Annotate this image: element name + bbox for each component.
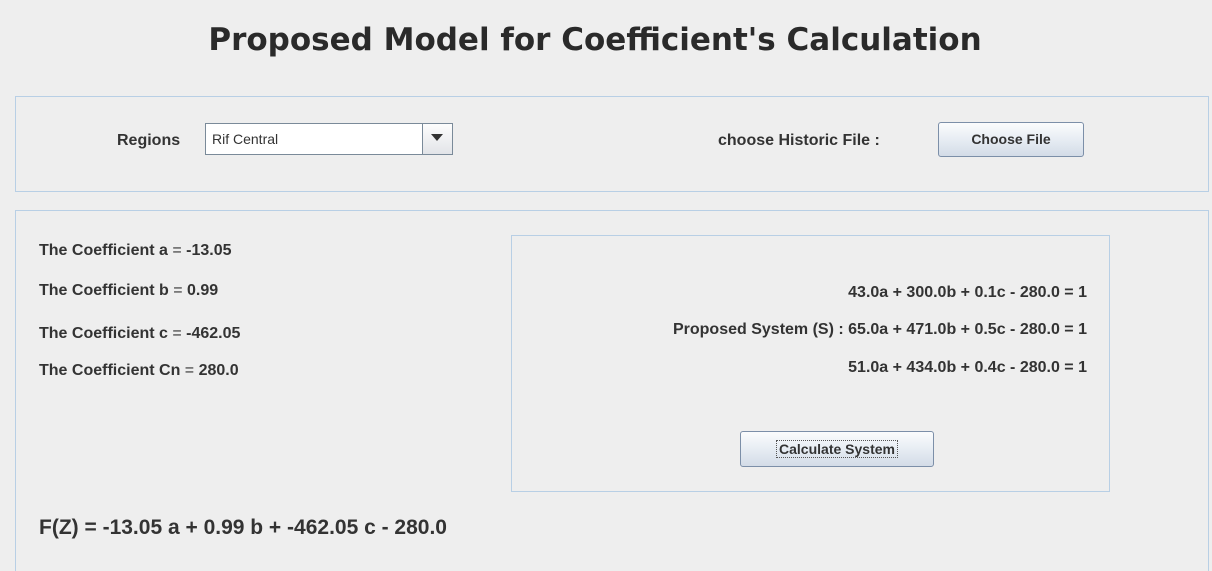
proposed-system-label: Proposed System (S) : [672, 321, 844, 338]
equation-text: 65.0a + 471.0b + 0.5c - 280.0 = 1 [848, 321, 1087, 338]
equation-text: 51.0a + 434.0b + 0.4c - 280.0 = 1 [848, 359, 1087, 376]
system-equation-3: 51.0a + 434.0b + 0.4c - 280.0 = 1 [527, 359, 1087, 377]
coefficient-c: The Coefficient c = -462.05 [39, 325, 240, 343]
coefficient-b: The Coefficient b = 0.99 [39, 282, 218, 300]
system-equation-1: 43.0a + 300.0b + 0.1c - 280.0 = 1 [527, 284, 1087, 302]
coefficient-c-value: -462.05 [186, 325, 241, 342]
equals-sign: = [167, 242, 187, 259]
chevron-down-icon [431, 134, 443, 141]
historic-file-label: choose Historic File : [718, 132, 880, 149]
dropdown-arrow-button[interactable] [422, 124, 452, 154]
calculate-system-button[interactable]: Calculate System [740, 431, 934, 467]
choose-file-button[interactable]: Choose File [938, 122, 1084, 157]
regions-combobox[interactable]: Rif Central [205, 123, 453, 155]
coefficient-a-label: The Coefficient a [39, 242, 168, 259]
regions-selected-value: Rif Central [212, 131, 279, 147]
coefficient-b-value: 0.99 [187, 282, 219, 299]
coefficient-cn-value: 280.0 [198, 362, 239, 379]
equation-text: 43.0a + 300.0b + 0.1c - 280.0 = 1 [848, 284, 1087, 301]
coefficient-cn-label: The Coefficient Cn [39, 362, 181, 379]
coefficient-b-label: The Coefficient b [39, 282, 169, 299]
result-function: F(Z) = -13.05 a + 0.99 b + -462.05 c - 2… [39, 516, 447, 539]
page-title: Proposed Model for Coefficient's Calcula… [208, 22, 982, 58]
equals-sign: = [180, 362, 199, 379]
coefficient-a-value: -13.05 [186, 242, 232, 259]
coefficient-a: The Coefficient a = -13.05 [39, 242, 232, 260]
regions-label: Regions [117, 132, 181, 149]
system-equation-2: Proposed System (S) : 65.0a + 471.0b + 0… [527, 321, 1087, 339]
equals-sign: = [168, 282, 188, 299]
coefficient-cn: The Coefficient Cn = 280.0 [39, 362, 239, 380]
equals-sign: = [167, 325, 187, 342]
calculate-system-label: Calculate System [776, 440, 898, 458]
coefficient-c-label: The Coefficient c [39, 325, 168, 342]
